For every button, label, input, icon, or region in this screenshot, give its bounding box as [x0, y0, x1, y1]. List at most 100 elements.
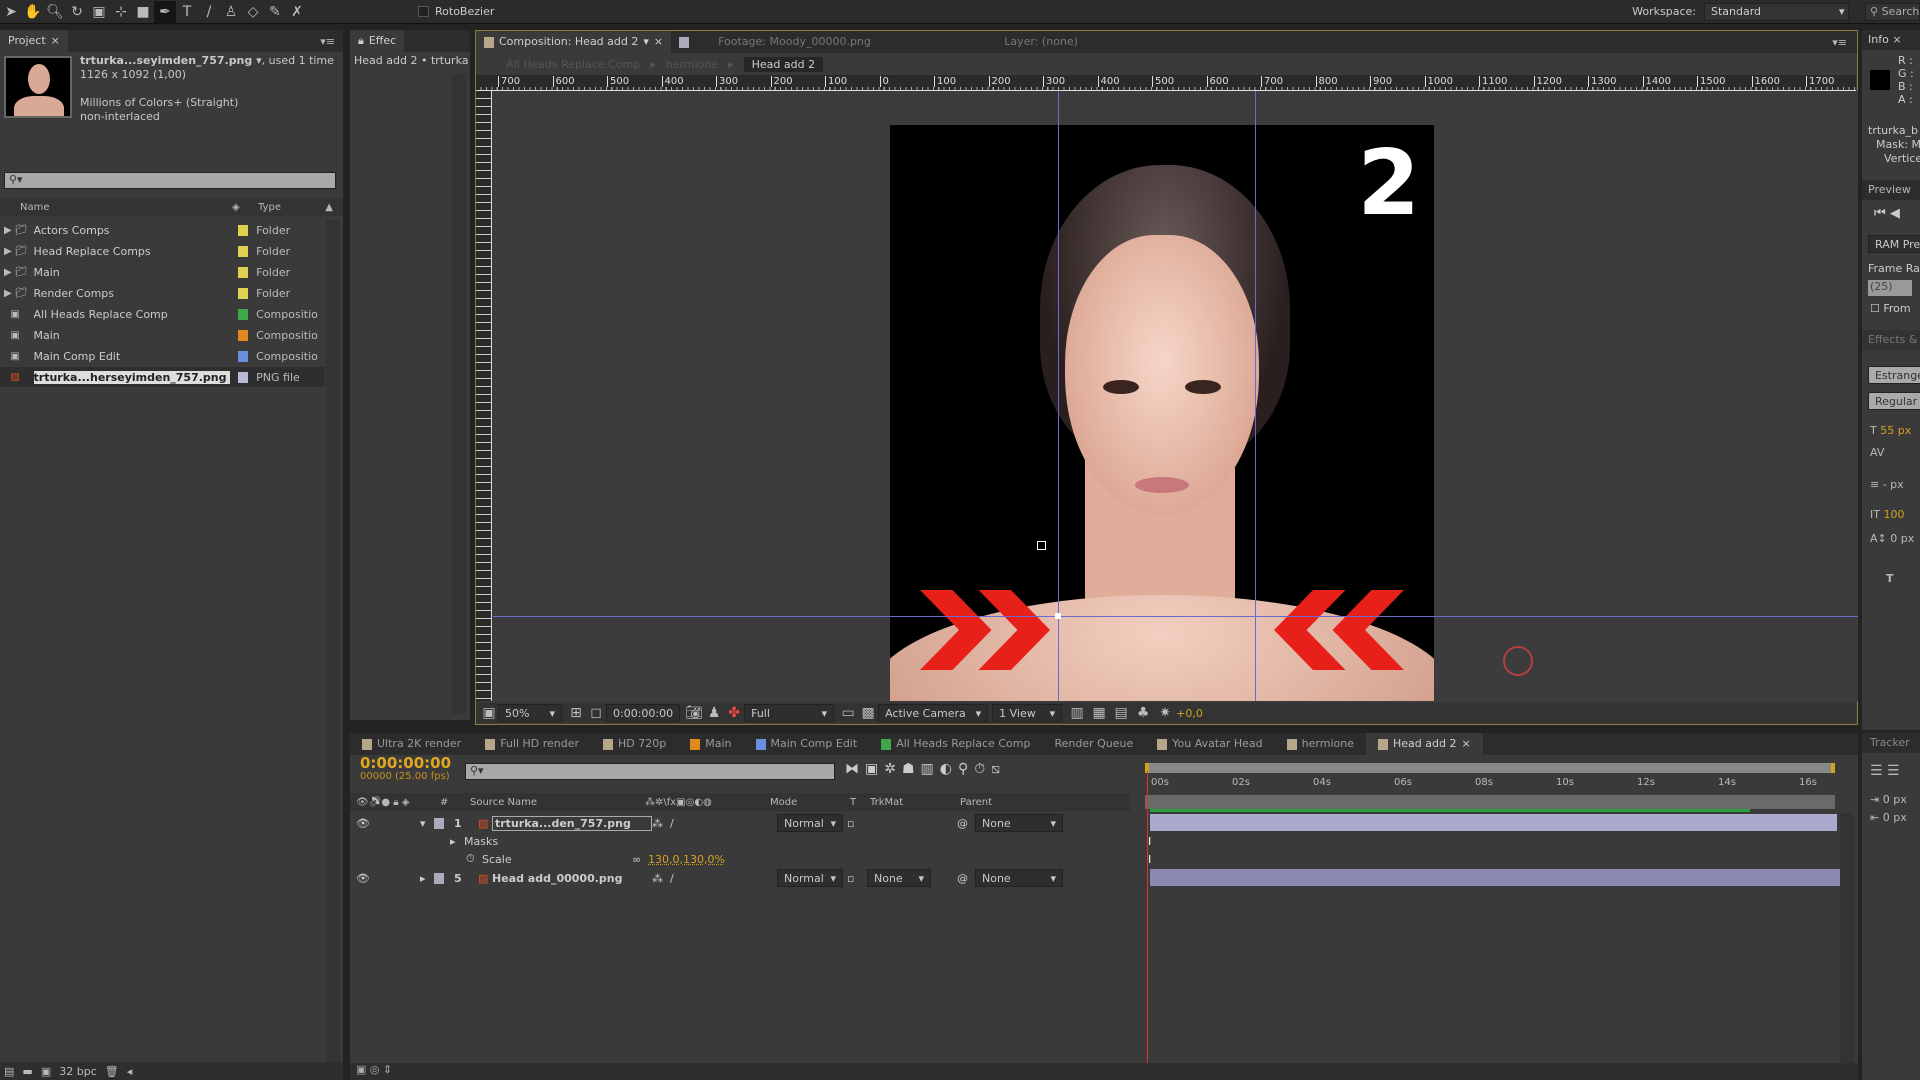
show-snapshot-icon[interactable]: ♟	[704, 702, 724, 724]
align-left-icon[interactable]: ☰	[1870, 763, 1883, 779]
first-frame-icon[interactable]: ⏮	[1874, 206, 1886, 221]
project-item[interactable]: ▣ All Heads Replace Comp Compositio	[0, 304, 325, 324]
frame-blending-icon[interactable]: ▥	[921, 761, 934, 777]
tab-timeline[interactable]: You Avatar Head	[1145, 733, 1274, 755]
expand-icon[interactable]: ⇕	[383, 1063, 392, 1076]
region-of-interest-icon[interactable]: ▭	[838, 702, 858, 724]
effects-scrollbar[interactable]	[452, 74, 466, 714]
panel-menu-icon[interactable]: ▾≡	[320, 35, 335, 48]
footage-name[interactable]: trturka...seyimden_757.png ▾	[80, 54, 262, 67]
chevron-down-icon[interactable]: ▾	[643, 31, 649, 53]
close-icon[interactable]: ×	[654, 31, 663, 53]
tab-effect-controls[interactable]: 🔒︎ Effec	[350, 30, 405, 52]
project-item[interactable]: ▣ Main Comp Edit Compositio	[0, 346, 325, 366]
expand-arrow-icon[interactable]: ▾	[420, 817, 434, 830]
blend-mode-select[interactable]: Normal ▾	[777, 869, 843, 887]
horizontal-ruler[interactable]: 700 600 500 400 300 200 100 0 100 200 300 400 500 600…	[476, 75, 1856, 91]
indent-right-value[interactable]: 0 px	[1883, 811, 1907, 824]
preserve-transparency-checkbox[interactable]: ▫	[847, 872, 867, 885]
parent-select[interactable]: None ▾	[975, 869, 1063, 887]
layer-row[interactable]: 👁︎ ▾ 1 ▨ trturka...den_757.png ⁂ / Norma…	[350, 814, 1130, 832]
view-layout-select[interactable]: 1 View ▾	[992, 704, 1063, 722]
transparency-grid-icon[interactable]: ▩	[858, 702, 878, 724]
tab-timeline[interactable]: hermione	[1275, 733, 1366, 755]
project-item[interactable]: ▶ 📁︎ Main Folder	[0, 262, 325, 282]
vertical-ruler[interactable]	[476, 91, 492, 701]
close-icon[interactable]: ×	[1461, 733, 1470, 755]
label-swatch[interactable]	[238, 350, 249, 362]
faux-bold-icon[interactable]: T	[1886, 572, 1894, 585]
baseline-shift-value[interactable]: 0 px	[1890, 532, 1914, 545]
tab-timeline[interactable]: Main Comp Edit	[744, 733, 870, 755]
layer-name[interactable]: trturka...den_757.png	[492, 815, 652, 831]
camera-tool-icon[interactable]: ▣	[88, 1, 110, 23]
tab-project[interactable]: Project ×	[0, 30, 68, 52]
breadcrumb-item[interactable]: hermione	[666, 58, 718, 71]
interpret-footage-icon[interactable]: ▤	[4, 1065, 14, 1078]
breadcrumb-item[interactable]: All Heads Replace Comp	[506, 58, 640, 71]
toggle-pixel-aspect-icon[interactable]: ▥	[1066, 702, 1088, 724]
toggle-modes-icon[interactable]: ◎	[370, 1063, 380, 1076]
tab-timeline[interactable]: Full HD render	[473, 733, 591, 755]
masks-group[interactable]: Masks	[464, 835, 498, 848]
auto-keyframe-icon[interactable]: ⏱	[974, 761, 985, 777]
guide-horizontal[interactable]	[493, 616, 1858, 617]
constrain-proportions-icon[interactable]: ∞	[632, 853, 648, 866]
layer-name[interactable]: Head add_00000.png	[492, 872, 652, 885]
eraser-tool-icon[interactable]: ◇	[242, 1, 264, 23]
keyframe-marker[interactable]: I	[1148, 853, 1151, 866]
zoom-tool-icon[interactable]: 🔍︎	[44, 1, 66, 23]
mask-visibility-icon[interactable]: ◻	[586, 702, 606, 724]
brush-tool-icon[interactable]: /	[198, 1, 220, 23]
project-search-input[interactable]: ⚲▾	[4, 172, 336, 189]
channel-icon[interactable]: ✤	[724, 702, 744, 724]
always-preview-icon[interactable]: ▣	[480, 702, 498, 724]
current-time-button[interactable]: 0:00:00:00	[606, 704, 681, 722]
toggle-switches-icon[interactable]: ▣	[356, 1063, 366, 1076]
tab-timeline[interactable]: All Heads Replace Comp	[869, 733, 1042, 755]
layer-row[interactable]: 👁︎ ▸ 5 ▨ Head add_00000.png ⁂ / Normal ▾ …	[350, 869, 1130, 887]
mask-vertex[interactable]	[1037, 541, 1046, 550]
expand-arrow-icon[interactable]: ▸	[420, 872, 434, 885]
column-parent[interactable]: Parent	[960, 797, 992, 808]
tab-timeline[interactable]: Render Queue	[1042, 733, 1145, 755]
graph-editor-icon[interactable]: ⧅	[991, 761, 1000, 777]
align-center-icon[interactable]: ☰	[1887, 763, 1900, 779]
rotate-tool-icon[interactable]: ↻	[66, 1, 88, 23]
label-swatch[interactable]	[434, 872, 444, 884]
roto-brush-tool-icon[interactable]: ✎	[264, 1, 286, 23]
label-swatch[interactable]	[238, 245, 249, 257]
visibility-icon[interactable]: 👁︎	[350, 817, 420, 830]
column-name[interactable]: Name	[0, 202, 232, 213]
from-current-checkbox[interactable]: ☐ From	[1870, 302, 1911, 315]
new-comp-icon[interactable]: ▣	[41, 1065, 51, 1078]
time-ruler[interactable]: 00s 02s 04s 06s 08s 10s 12s 14s 16s	[1145, 775, 1835, 795]
pen-tool-icon[interactable]: ✒	[154, 0, 176, 23]
project-item[interactable]: ▶ 📁︎ Render Comps Folder	[0, 283, 325, 303]
column-type[interactable]: Type	[258, 202, 325, 213]
layer-bar[interactable]	[1150, 869, 1840, 886]
project-item[interactable]: ▶ 📁︎ Head Replace Comps Folder	[0, 241, 325, 261]
tab-info[interactable]: Info ×	[1862, 30, 1920, 50]
project-item[interactable]: ▶ 📁︎ Actors Comps Folder	[0, 220, 325, 240]
timeline-scrollbar[interactable]	[1840, 813, 1854, 1073]
label-swatch[interactable]	[238, 371, 249, 383]
font-style-select[interactable]: Regular	[1868, 392, 1920, 410]
flowchart-icon[interactable]: ♣	[1132, 702, 1154, 724]
breadcrumb-item-current[interactable]: Head add 2	[743, 56, 824, 72]
label-swatch[interactable]	[238, 329, 249, 341]
visibility-icon[interactable]: 👁︎	[350, 872, 420, 885]
label-swatch[interactable]	[238, 308, 249, 320]
rotobezier-checkbox[interactable]	[418, 6, 429, 17]
column-source-name[interactable]: Source Name	[470, 797, 645, 808]
frame-rate-input[interactable]: (25)	[1868, 280, 1912, 296]
resolution-select[interactable]: Full ▾	[744, 704, 835, 722]
font-family-select[interactable]: Estrange	[1868, 366, 1920, 384]
close-icon[interactable]: ×	[51, 30, 60, 52]
layer-bar[interactable]	[1150, 814, 1837, 831]
label-swatch[interactable]	[238, 287, 249, 299]
type-tool-icon[interactable]: T	[176, 1, 198, 23]
exposure-icon[interactable]: ✷	[1154, 702, 1176, 724]
vertical-scale-value[interactable]: 100	[1883, 508, 1904, 521]
timeline-icon[interactable]: ▤	[1110, 702, 1132, 724]
